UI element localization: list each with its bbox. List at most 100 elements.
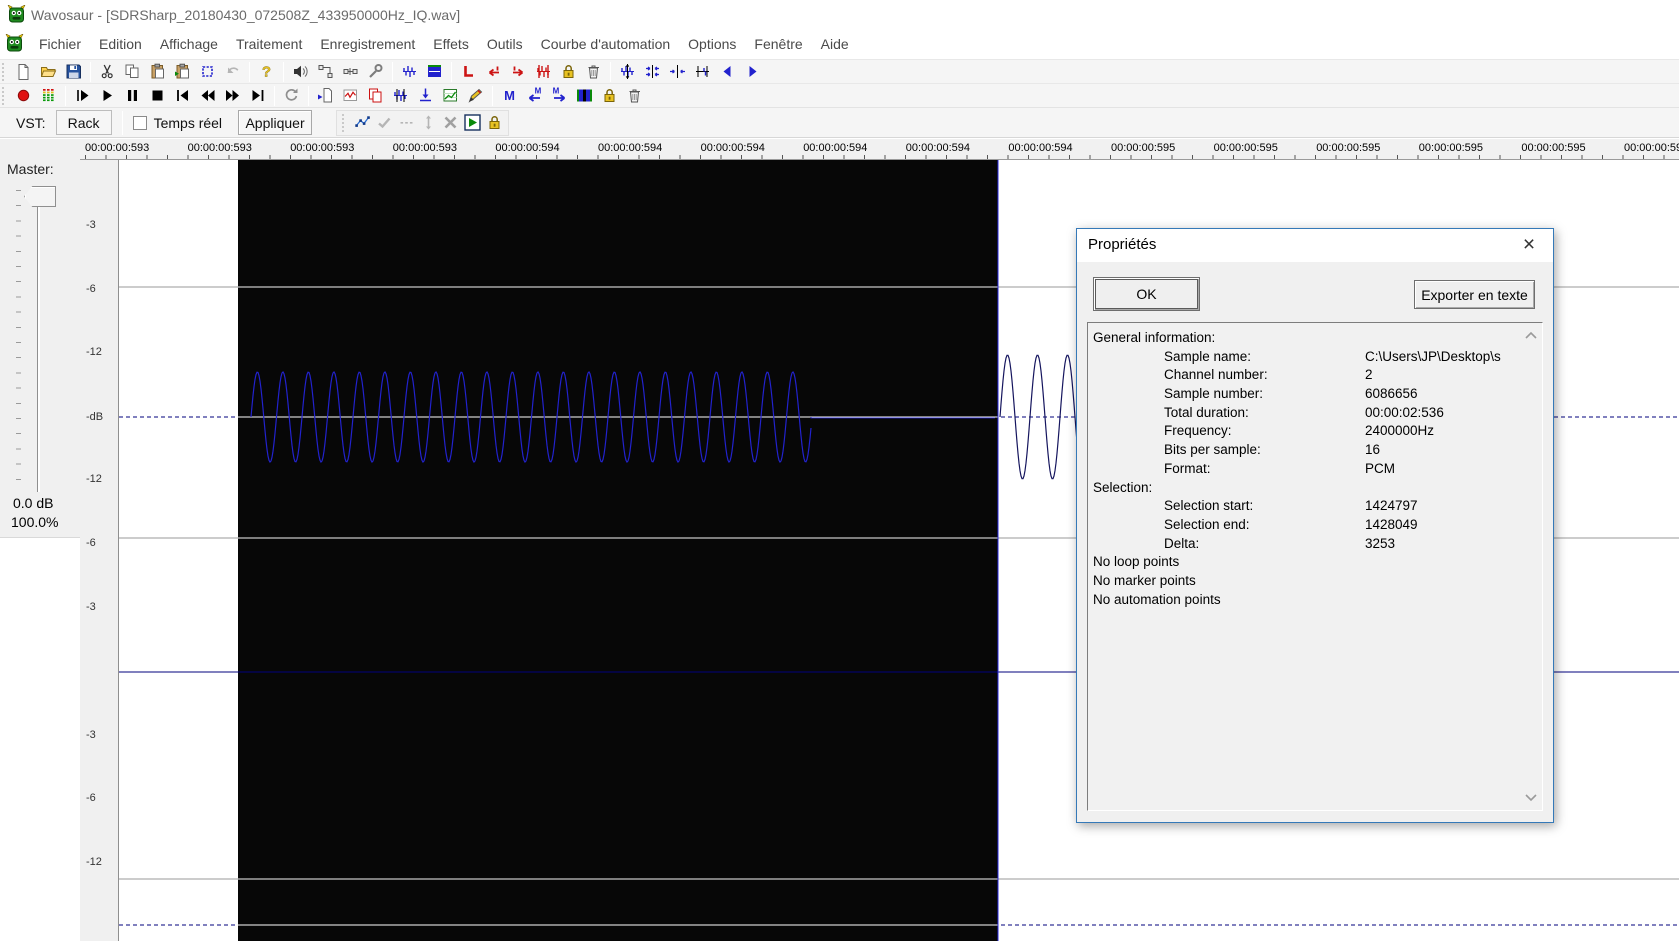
vu-meter-icon[interactable] xyxy=(36,85,61,107)
property-row: Selection end: 1428049 xyxy=(1088,516,1542,535)
draw-wave-icon[interactable] xyxy=(463,85,488,107)
property-value: 00:00:02:536 xyxy=(1365,404,1444,420)
play-vst-icon[interactable] xyxy=(461,112,483,134)
vst-apply-button[interactable]: Appliquer xyxy=(238,110,313,135)
menu-item-aide[interactable]: Aide xyxy=(812,32,858,56)
drop-cursor-icon[interactable] xyxy=(413,85,438,107)
master-slider-thumb[interactable] xyxy=(24,186,56,207)
play-from-cursor-icon[interactable] xyxy=(70,85,95,107)
stop-icon[interactable] xyxy=(145,85,170,107)
master-slider-track[interactable] xyxy=(37,188,40,492)
export-text-button[interactable]: Exporter en texte xyxy=(1414,280,1535,309)
undo-icon[interactable] xyxy=(220,61,245,83)
go-start-icon[interactable] xyxy=(170,85,195,107)
toolbar-grip[interactable] xyxy=(2,86,9,105)
toolbar-grip[interactable] xyxy=(2,62,9,81)
marker-icon[interactable]: M xyxy=(497,85,522,107)
ruler-corner xyxy=(0,139,80,160)
lock-loop-icon[interactable] xyxy=(556,61,581,83)
new-file-icon[interactable] xyxy=(11,61,36,83)
copy-icon[interactable] xyxy=(120,61,145,83)
selection-region xyxy=(238,160,998,941)
rewind-icon[interactable] xyxy=(195,85,220,107)
realtime-checkbox[interactable] xyxy=(132,115,147,130)
remove-x-icon[interactable] xyxy=(439,112,461,134)
loop-playback-icon[interactable] xyxy=(279,85,304,107)
delete-markers-icon[interactable] xyxy=(622,85,647,107)
menu-item-fen-tre[interactable]: Fenêtre xyxy=(745,32,811,56)
menu-item-enregistrement[interactable]: Enregistrement xyxy=(311,32,424,56)
loop-set-start-icon[interactable] xyxy=(456,61,481,83)
ok-button[interactable]: OK xyxy=(1093,277,1200,311)
save-file-icon[interactable] xyxy=(61,61,86,83)
menu-item-outils[interactable]: Outils xyxy=(478,32,532,56)
crop-icon[interactable] xyxy=(195,61,220,83)
play-icon[interactable] xyxy=(95,85,120,107)
settings-wrench-icon[interactable] xyxy=(363,61,388,83)
record-icon[interactable] xyxy=(11,85,36,107)
chain-nodes-icon[interactable] xyxy=(338,61,363,83)
view-prev-icon[interactable] xyxy=(715,61,740,83)
menu-item-affichage[interactable]: Affichage xyxy=(151,32,227,56)
paste-insert-icon[interactable] xyxy=(170,61,195,83)
time-ruler[interactable]: 00:00:00:593 00:00:00:593 00:00:00:593 00:0… xyxy=(80,139,1679,160)
loop-to-end-icon[interactable] xyxy=(506,61,531,83)
go-end-icon[interactable] xyxy=(245,85,270,107)
view-wave-icon[interactable] xyxy=(397,61,422,83)
menu-item-traitement[interactable]: Traitement xyxy=(227,32,311,56)
loop-to-start-icon[interactable] xyxy=(481,61,506,83)
menu-item-effets[interactable]: Effets xyxy=(424,32,478,56)
menu-item-fichier[interactable]: Fichier xyxy=(30,32,90,56)
connect-nodes-icon[interactable] xyxy=(313,61,338,83)
resize-updown-icon[interactable] xyxy=(417,112,439,134)
loop-selection-icon[interactable] xyxy=(531,61,556,83)
zoom-in-horizontal-icon[interactable] xyxy=(665,61,690,83)
view-next-icon[interactable] xyxy=(740,61,765,83)
toolbar-grip[interactable] xyxy=(342,113,349,132)
wave-markers-icon[interactable] xyxy=(388,85,413,107)
property-label: Selection start: xyxy=(1164,498,1254,514)
insert-file-icon[interactable] xyxy=(313,85,338,107)
menu-item-edition[interactable]: Edition xyxy=(90,32,151,56)
statistics-icon[interactable] xyxy=(338,85,363,107)
open-file-icon[interactable] xyxy=(36,61,61,83)
zoom-out-horizontal-icon[interactable] xyxy=(640,61,665,83)
forward-icon[interactable] xyxy=(220,85,245,107)
apply-check-icon[interactable] xyxy=(373,112,395,134)
db-scale-label: -6 xyxy=(86,792,96,804)
toolbar-separator xyxy=(65,85,66,106)
vst-rack-button[interactable]: Rack xyxy=(55,110,112,135)
close-icon[interactable]: × xyxy=(1514,231,1544,259)
marker-prev-icon[interactable]: M xyxy=(522,85,547,107)
properties-list[interactable]: General information: Sample name: C:\Users… xyxy=(1087,322,1543,811)
batch-process-icon[interactable] xyxy=(363,85,388,107)
help-icon[interactable]: ? xyxy=(254,61,279,83)
speaker-icon[interactable] xyxy=(288,61,313,83)
menu-item-options[interactable]: Options xyxy=(679,32,745,56)
ruler-time-label: 00:00:00:593 xyxy=(392,142,458,154)
scroll-down-icon[interactable] xyxy=(1525,794,1537,802)
document-monster-icon[interactable] xyxy=(5,33,24,53)
marker-selection-icon[interactable] xyxy=(572,85,597,107)
view-wave-selection-icon[interactable] xyxy=(422,61,447,83)
main-toolbar: ? xyxy=(0,59,1679,83)
realtime-checkbox-group[interactable]: Temps réel xyxy=(132,115,222,131)
scroll-up-icon[interactable] xyxy=(1525,331,1537,339)
marker-next-icon[interactable]: M xyxy=(547,85,572,107)
dialog-title-bar[interactable]: Propriétés × xyxy=(1077,229,1553,262)
zoom-vertical-icon[interactable] xyxy=(615,61,640,83)
lock-markers-icon[interactable] xyxy=(597,85,622,107)
zoom-selection-icon[interactable] xyxy=(690,61,715,83)
bypass-dots-icon[interactable] xyxy=(395,112,417,134)
cut-icon[interactable] xyxy=(95,61,120,83)
pause-icon[interactable] xyxy=(120,85,145,107)
property-row: Sample name: C:\Users\JP\Desktop\s xyxy=(1088,348,1542,367)
property-value: 6086656 xyxy=(1365,386,1418,402)
delete-loop-icon[interactable] xyxy=(581,61,606,83)
lock-vst-icon[interactable] xyxy=(483,112,505,134)
svg-text:M: M xyxy=(504,88,515,103)
menu-item-courbe-d-automation[interactable]: Courbe d'automation xyxy=(532,32,680,56)
curve-points-icon[interactable] xyxy=(351,112,373,134)
automation-view-icon[interactable] xyxy=(438,85,463,107)
paste-icon[interactable] xyxy=(145,61,170,83)
